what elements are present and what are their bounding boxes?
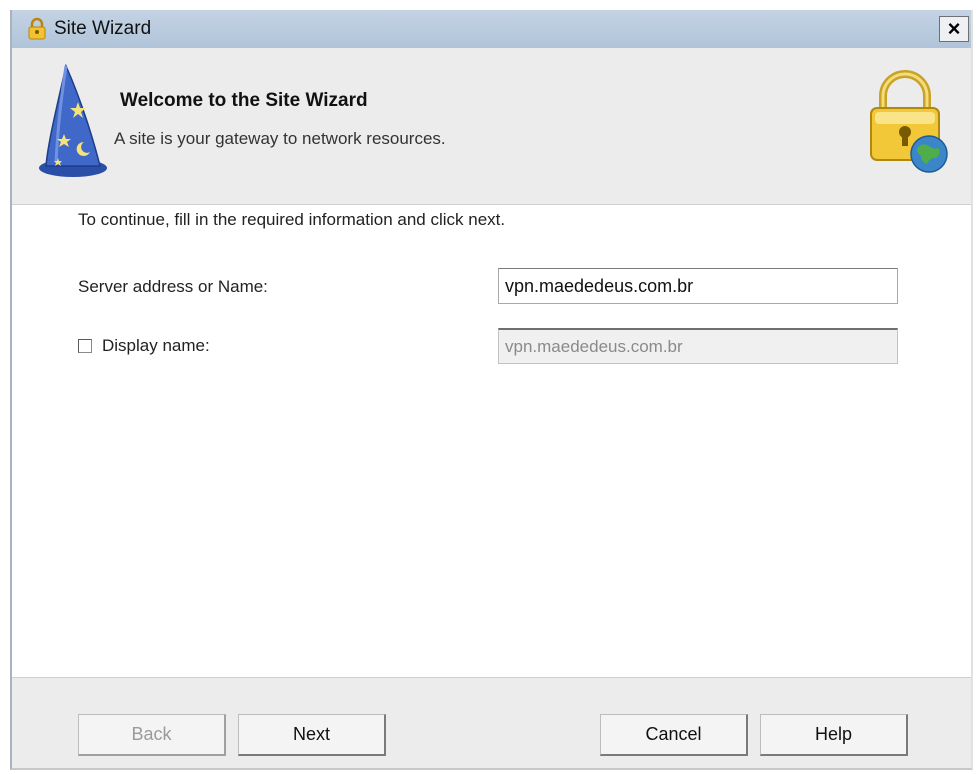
site-wizard-window: Site Wizard × Welcome to the Site Wizard… [10,10,973,770]
lock-globe-icon [865,66,951,181]
display-name-checkbox[interactable] [78,339,92,353]
title-bar[interactable]: Site Wizard × [12,10,971,48]
close-button[interactable]: × [939,16,969,42]
server-address-label: Server address or Name: [78,277,268,296]
lock-icon [26,17,48,41]
display-name-input[interactable] [498,328,898,364]
header-title: Welcome to the Site Wizard [120,90,368,111]
header-subtitle: A site is your gateway to network resour… [114,129,446,148]
next-button[interactable]: Next [238,714,386,756]
cancel-button[interactable]: Cancel [600,714,748,756]
wizard-hat-icon [38,62,108,187]
button-bar: Back Next Cancel Help [12,677,971,768]
back-button[interactable]: Back [78,714,226,756]
display-name-label: Display name: [102,336,210,355]
window-title: Site Wizard [54,18,152,39]
server-address-input[interactable] [498,268,898,304]
wizard-header: Welcome to the Site Wizard A site is you… [12,48,971,205]
help-button[interactable]: Help [760,714,908,756]
instruction-text: To continue, fill in the required inform… [78,210,506,229]
display-name-row: Display name: [78,336,210,356]
